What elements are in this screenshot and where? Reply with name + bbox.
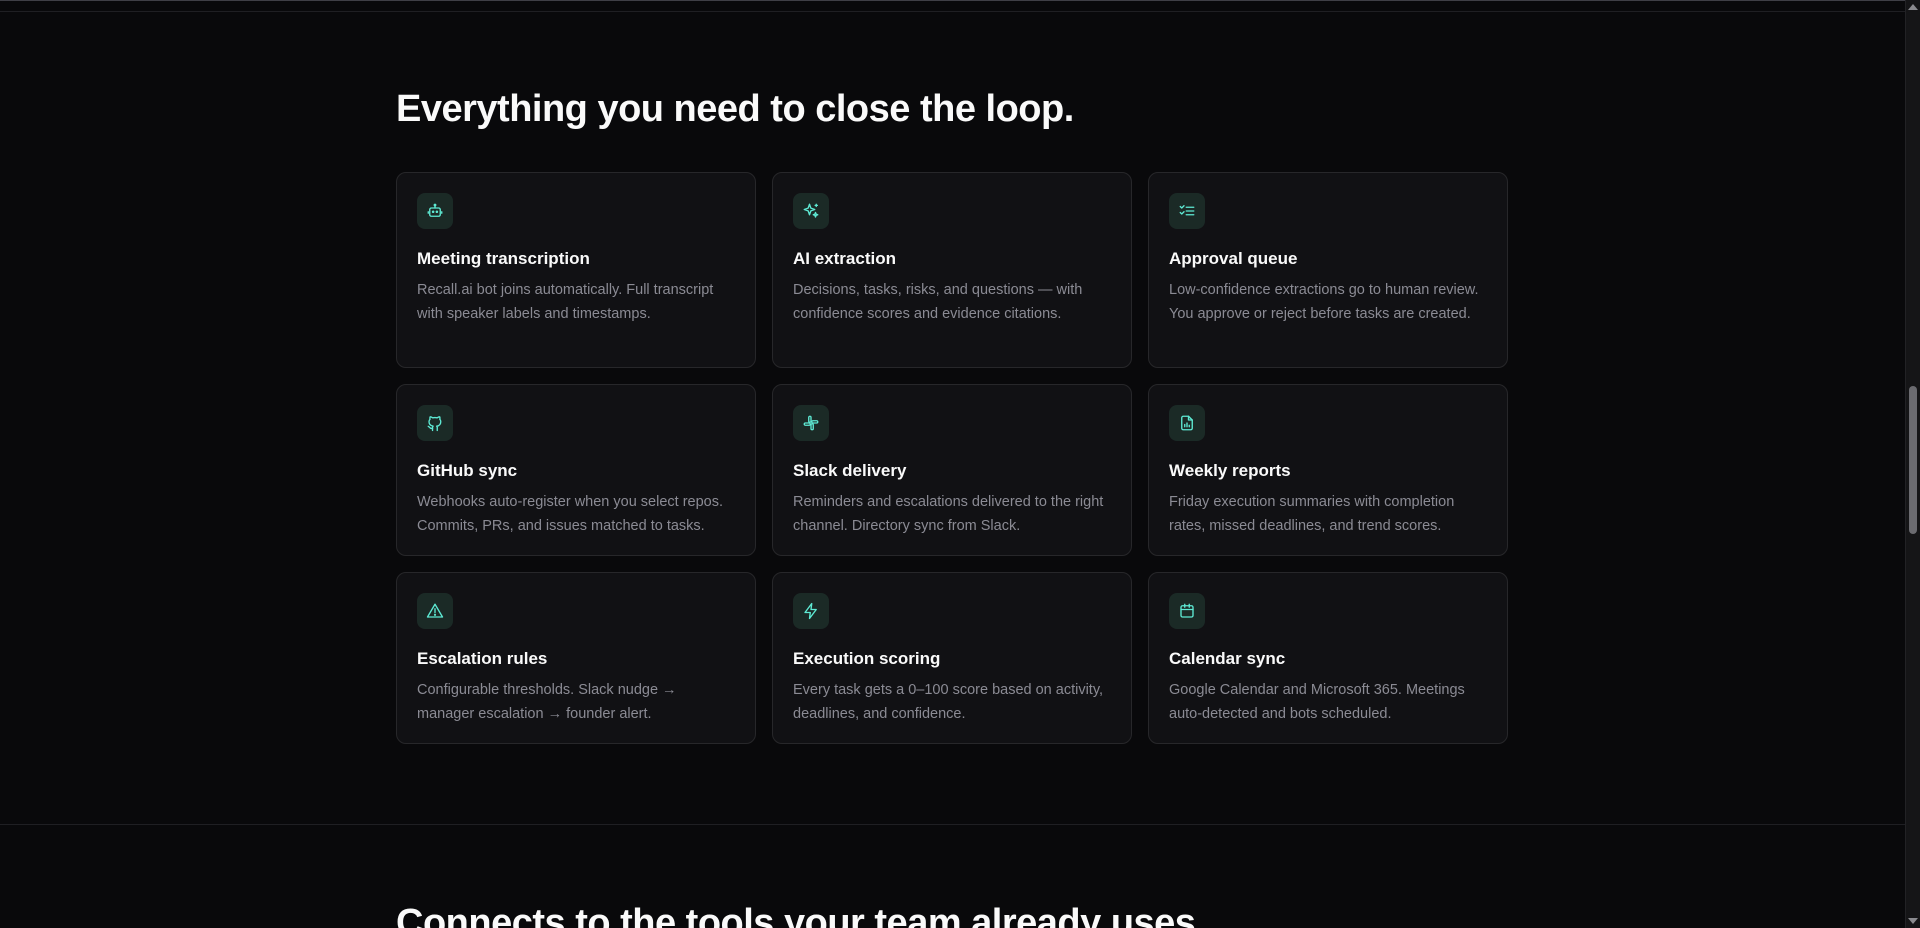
feature-title: AI extraction — [793, 249, 896, 268]
feature-card-github-sync: GitHub sync Webhooks auto-register when … — [396, 384, 756, 556]
slack-icon — [793, 405, 829, 441]
feature-card-meeting-transcription: Meeting transcription Recall.ai bot join… — [396, 172, 756, 368]
feature-card-approval-queue: Approval queue Low-confidence extraction… — [1148, 172, 1508, 368]
feature-title: Slack delivery — [793, 461, 907, 480]
feature-description: Friday execution summaries with completi… — [1169, 494, 1455, 534]
github-icon — [417, 405, 453, 441]
feature-title: Calendar sync — [1169, 649, 1286, 668]
scroll-up-arrow-icon[interactable] — [1908, 4, 1918, 10]
feature-description: Google Calendar and Microsoft 365. Meeti… — [1169, 682, 1465, 722]
feature-title: GitHub sync — [417, 461, 518, 480]
feature-description: Reminders and escalations delivered to t… — [793, 494, 1104, 534]
scroll-down-arrow-icon[interactable] — [1908, 918, 1918, 924]
bot-icon — [417, 193, 453, 229]
feature-description: Decisions, tasks, risks, and questions —… — [793, 282, 1083, 322]
feature-description: Every task gets a 0–100 score based on a… — [793, 682, 1104, 722]
checklist-icon — [1169, 193, 1205, 229]
feature-description: Configurable thresholds. Slack nudge → m… — [417, 682, 677, 722]
scroll-thumb[interactable] — [1909, 386, 1917, 534]
section-divider — [0, 824, 1905, 825]
page-scrollbar[interactable] — [1905, 0, 1920, 928]
feature-card-weekly-reports: Weekly reports Friday execution summarie… — [1148, 384, 1508, 556]
page: Everything you need to close the loop. M… — [0, 0, 1920, 928]
feature-card-slack-delivery: Slack delivery Reminders and escalations… — [772, 384, 1132, 556]
feature-card-escalation-rules: Escalation rules Configurable thresholds… — [396, 572, 756, 744]
feature-title: Approval queue — [1169, 249, 1298, 268]
report-icon — [1169, 405, 1205, 441]
feature-description: Recall.ai bot joins automatically. Full … — [417, 282, 714, 322]
top-divider — [0, 0, 1905, 12]
feature-title: Meeting transcription — [417, 249, 590, 268]
alert-triangle-icon — [417, 593, 453, 629]
feature-description: Webhooks auto-register when you select r… — [417, 494, 724, 534]
feature-title: Escalation rules — [417, 649, 548, 668]
feature-description: Low-confidence extractions go to human r… — [1169, 282, 1479, 322]
feature-title: Execution scoring — [793, 649, 941, 668]
integrations-heading: Connects to the tools your team already … — [396, 902, 1206, 928]
feature-card-ai-extraction: AI extraction Decisions, tasks, risks, a… — [772, 172, 1132, 368]
lightning-icon — [793, 593, 829, 629]
features-heading: Everything you need to close the loop. — [396, 88, 1074, 130]
calendar-icon — [1169, 593, 1205, 629]
feature-card-calendar-sync: Calendar sync Google Calendar and Micros… — [1148, 572, 1508, 744]
features-grid: Meeting transcription Recall.ai bot join… — [396, 172, 1509, 744]
sparkles-icon — [793, 193, 829, 229]
feature-card-execution-scoring: Execution scoring Every task gets a 0–10… — [772, 572, 1132, 744]
feature-title: Weekly reports — [1169, 461, 1291, 480]
